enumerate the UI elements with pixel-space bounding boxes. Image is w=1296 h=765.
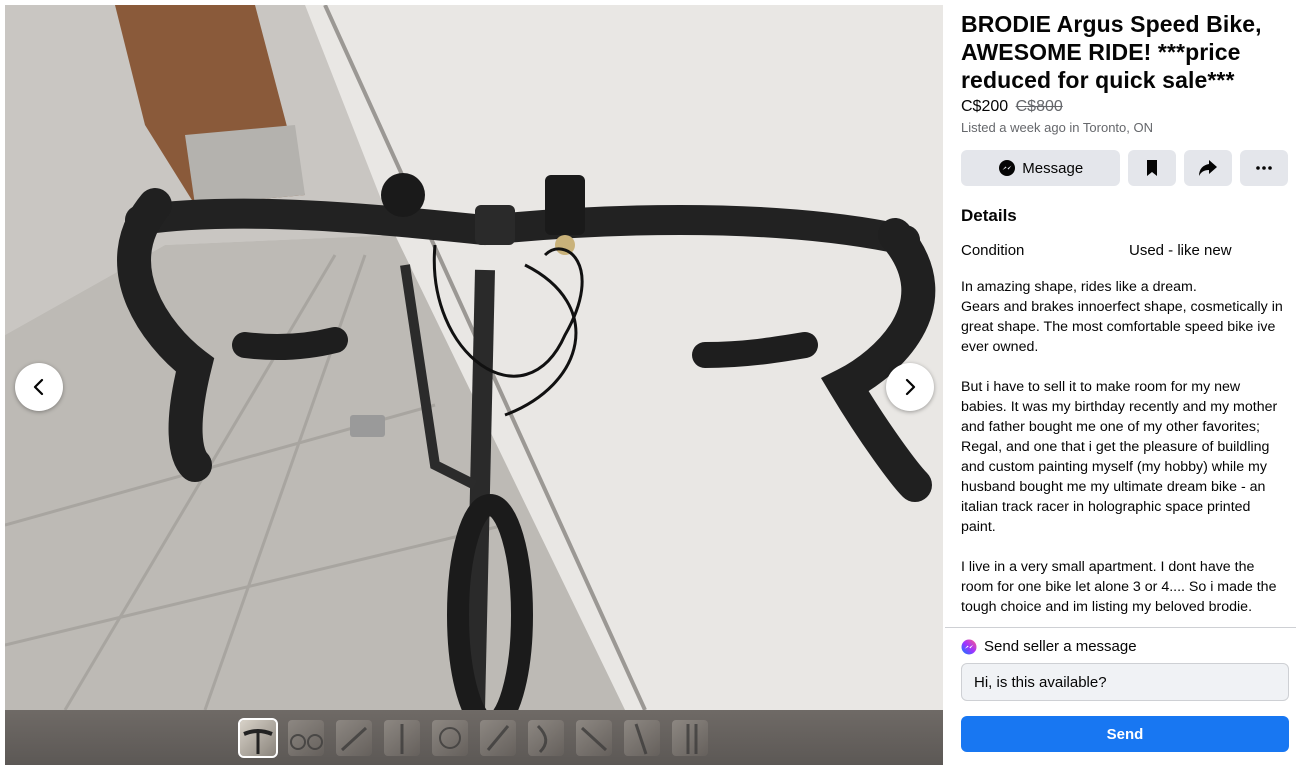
more-options-button[interactable] bbox=[1240, 150, 1288, 186]
thumbnail-strip bbox=[5, 710, 943, 765]
chevron-left-icon bbox=[33, 378, 44, 396]
price-row: C$200 C$800 bbox=[961, 97, 1288, 117]
details-heading: Details bbox=[961, 206, 1017, 225]
photo-thumbnail[interactable] bbox=[528, 719, 564, 756]
photo-thumbnail[interactable] bbox=[432, 719, 468, 756]
chevron-right-icon bbox=[905, 378, 916, 396]
send-message-section: Send seller a message Send bbox=[961, 638, 1289, 752]
action-bar: Message bbox=[961, 150, 1288, 186]
save-button[interactable] bbox=[1128, 150, 1177, 186]
photo-thumbnail[interactable] bbox=[480, 719, 516, 756]
listing-details-pane: BRODIE Argus Speed Bike, AWESOME RIDE! *… bbox=[945, 0, 1296, 765]
listed-info: Listed a week ago in Toronto, ON bbox=[961, 120, 1153, 135]
photo-thumbnail[interactable] bbox=[238, 717, 278, 758]
photo-thumbnail[interactable] bbox=[384, 719, 420, 756]
bookmark-icon bbox=[1147, 160, 1158, 176]
listing-price: C$200 bbox=[961, 98, 1009, 115]
photo-viewer bbox=[5, 5, 943, 765]
condition-value: Used - like new bbox=[1129, 242, 1232, 259]
original-price: C$800 bbox=[1015, 98, 1063, 115]
message-input[interactable] bbox=[961, 663, 1289, 701]
listing-title: BRODIE Argus Speed Bike, AWESOME RIDE! *… bbox=[961, 11, 1262, 93]
send-message-header: Send seller a message bbox=[961, 638, 1289, 655]
photo-thumbnail[interactable] bbox=[624, 719, 660, 756]
share-icon bbox=[1199, 160, 1218, 176]
message-button-label: Message bbox=[1022, 159, 1084, 177]
marketplace-listing-page: BRODIE Argus Speed Bike, AWESOME RIDE! *… bbox=[0, 0, 1296, 765]
messenger-icon bbox=[999, 160, 1016, 176]
photo-thumbnail[interactable] bbox=[288, 719, 324, 756]
condition-row: Condition Used - like new bbox=[961, 242, 1288, 259]
message-button[interactable]: Message bbox=[961, 150, 1121, 186]
listing-photo bbox=[5, 5, 943, 710]
listing-info-scroll[interactable]: BRODIE Argus Speed Bike, AWESOME RIDE! *… bbox=[945, 0, 1296, 627]
photo-thumbnail[interactable] bbox=[336, 719, 372, 756]
listing-description: In amazing shape, rides like a dream. Ge… bbox=[961, 279, 1283, 615]
share-button[interactable] bbox=[1184, 150, 1233, 186]
photo-thumbnail[interactable] bbox=[576, 719, 612, 756]
photo-thumbnail[interactable] bbox=[672, 719, 708, 756]
previous-photo-button[interactable] bbox=[15, 363, 63, 411]
condition-label: Condition bbox=[961, 242, 1025, 259]
send-message-title: Send seller a message bbox=[984, 638, 1137, 655]
more-icon bbox=[1256, 166, 1272, 170]
send-button[interactable]: Send bbox=[961, 716, 1289, 752]
next-photo-button[interactable] bbox=[886, 363, 934, 411]
messenger-icon bbox=[961, 639, 977, 654]
divider bbox=[945, 627, 1296, 628]
